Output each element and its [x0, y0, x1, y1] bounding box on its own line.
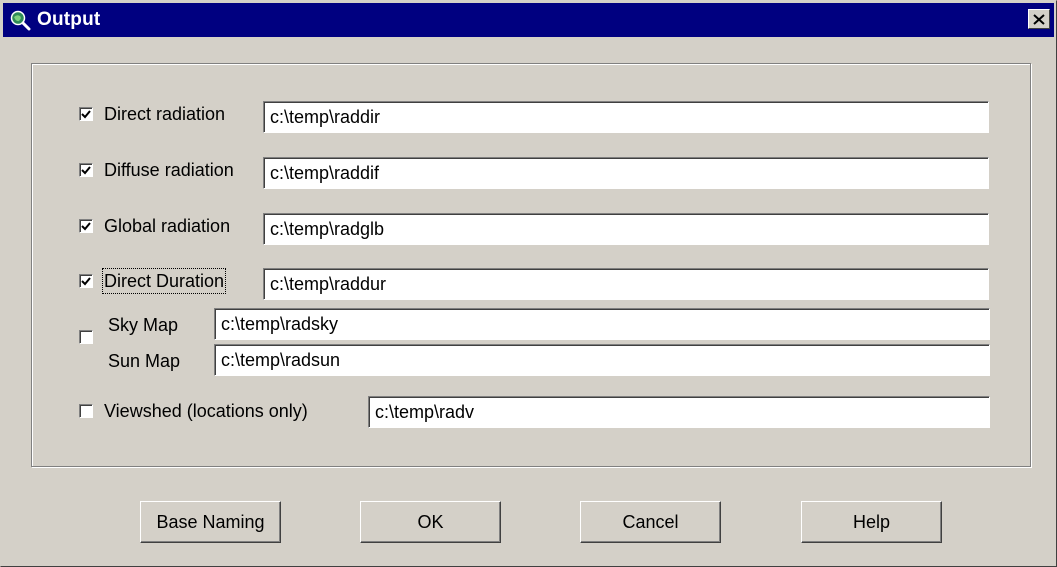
diffuse-radiation-path-field[interactable]: c:\temp\raddif: [263, 157, 989, 189]
output-dialog: Output Direct radiation c:\temp\raddir D…: [0, 0, 1057, 567]
sun-map-path-field[interactable]: c:\temp\radsun: [214, 344, 990, 376]
checkmark-icon: [81, 221, 91, 230]
global-radiation-label: Global radiation: [104, 216, 231, 236]
checkmark-icon: [81, 165, 91, 174]
ok-button[interactable]: OK: [360, 501, 501, 543]
sky-map-label: Sky Map: [108, 315, 179, 335]
diffuse-radiation-checkbox[interactable]: [79, 163, 93, 177]
sun-map-label: Sun Map: [108, 351, 181, 371]
help-button[interactable]: Help: [801, 501, 942, 543]
window-title: Output: [37, 9, 101, 30]
diffuse-radiation-label: Diffuse radiation: [104, 160, 234, 180]
direct-duration-checkbox[interactable]: [79, 274, 93, 288]
global-radiation-checkbox[interactable]: [79, 219, 93, 233]
direct-radiation-label: Direct radiation: [104, 104, 226, 124]
viewshed-checkbox[interactable]: [79, 404, 93, 418]
direct-radiation-path-field[interactable]: c:\temp\raddir: [263, 101, 989, 133]
cancel-button[interactable]: Cancel: [580, 501, 721, 543]
viewshed-label: Viewshed (locations only): [104, 401, 308, 421]
sky-sun-map-checkbox[interactable]: [79, 330, 93, 344]
global-radiation-path-field[interactable]: c:\temp\radglb: [263, 213, 989, 245]
viewshed-path-field[interactable]: c:\temp\radv: [368, 396, 990, 428]
title-bar[interactable]: Output: [3, 3, 1054, 37]
checkmark-icon: [81, 276, 91, 285]
direct-duration-path-field[interactable]: c:\temp\raddur: [263, 268, 989, 300]
sky-map-path-field[interactable]: c:\temp\radsky: [214, 308, 990, 340]
direct-duration-label: Direct Duration: [101, 268, 227, 294]
checkmark-icon: [81, 109, 91, 118]
close-button[interactable]: [1028, 9, 1050, 29]
base-naming-button[interactable]: Base Naming: [140, 501, 281, 543]
direct-radiation-checkbox[interactable]: [79, 107, 93, 121]
close-icon: [1033, 13, 1045, 25]
magnifier-globe-icon: [10, 10, 31, 31]
